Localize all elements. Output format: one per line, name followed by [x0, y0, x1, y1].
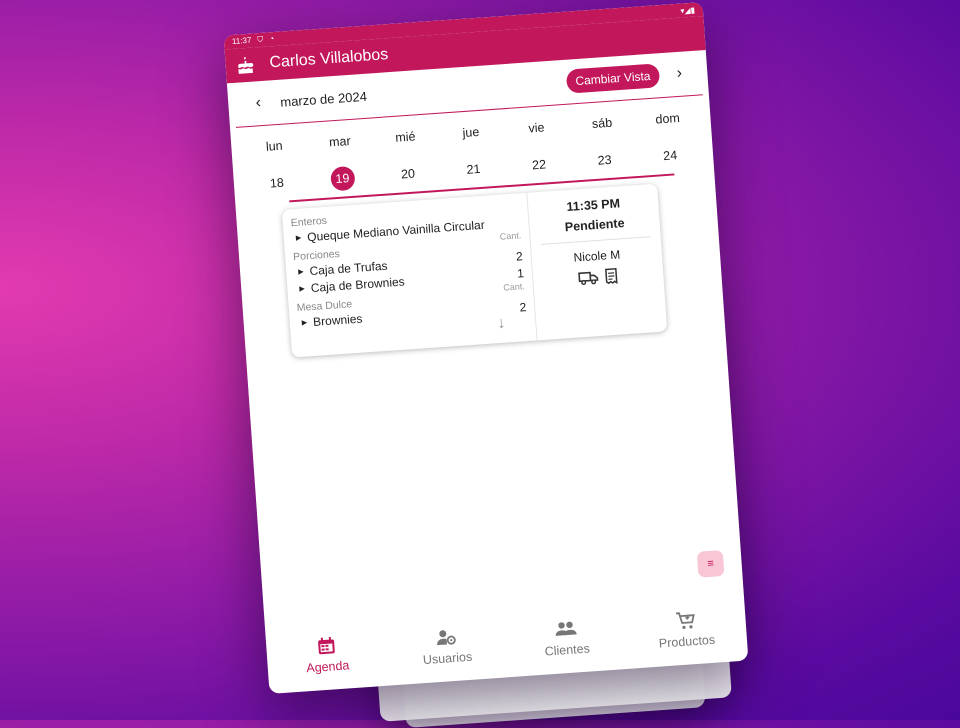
order-info: 11:35 PM Pendiente Nicole M	[527, 184, 667, 341]
change-view-button[interactable]: Cambiar Vista	[565, 63, 661, 94]
phone-screen: 11:37 ⛉ ◔ ▾◢▮ Carlos Villalobos ‹ marzo …	[223, 2, 749, 694]
cart-icon	[675, 612, 695, 629]
item-qty: 2	[515, 248, 524, 264]
day-name: vie	[528, 120, 545, 136]
day-name: mié	[394, 129, 416, 145]
nav-clientes[interactable]: Clientes	[504, 599, 629, 677]
receipt-icon	[605, 267, 618, 285]
customer-name: Nicole M	[573, 247, 621, 265]
day-number: 18	[269, 175, 285, 191]
nav-label: Usuarios	[422, 649, 473, 668]
user-gear-icon	[437, 630, 456, 646]
item-qty: 2	[519, 299, 527, 315]
day-thu[interactable]: jue 21	[438, 123, 508, 185]
chevron-left-icon[interactable]: ‹	[248, 93, 269, 114]
status-time: 11:37	[231, 35, 252, 46]
scroll-down-arrow-icon[interactable]: ↓	[497, 315, 506, 334]
day-sun[interactable]: dom 24	[634, 109, 704, 171]
day-name: dom	[654, 110, 681, 127]
order-time: 11:35 PM	[566, 196, 621, 215]
expand-arrow-icon: ▶	[297, 268, 304, 276]
day-number: 23	[597, 152, 613, 168]
day-name: lun	[265, 138, 284, 154]
status-badge: Pendiente	[564, 216, 625, 235]
calendar-icon	[318, 637, 335, 655]
group-icon	[555, 621, 577, 636]
day-number: 20	[400, 166, 416, 182]
cake-icon	[238, 56, 254, 74]
order-items[interactable]: Enteros ▶ Queque Mediano Vainilla Circul…	[281, 192, 538, 358]
battery-icon: ▾◢▮	[680, 5, 696, 16]
nav-usuarios[interactable]: Usuarios	[384, 607, 509, 685]
menu-fab-button[interactable]: ≡	[696, 549, 725, 578]
day-number: 24	[662, 148, 678, 164]
month-label: marzo de 2024	[279, 88, 368, 110]
expand-arrow-icon: ▶	[301, 318, 308, 327]
nav-label: Productos	[658, 632, 716, 651]
day-fri[interactable]: vie 22	[503, 119, 573, 181]
day-number: 22	[531, 157, 547, 173]
notification-icon: ◔	[269, 34, 275, 44]
expand-arrow-icon: ▶	[299, 285, 306, 293]
menu-icon: ≡	[706, 557, 715, 571]
order-card[interactable]: Enteros ▶ Queque Mediano Vainilla Circul…	[281, 183, 668, 358]
divider	[540, 236, 651, 245]
chevron-right-icon[interactable]: ›	[669, 63, 690, 84]
day-wed[interactable]: mié 20	[372, 128, 442, 190]
day-sat[interactable]: sáb 23	[569, 114, 639, 176]
day-mon[interactable]: lun 18	[241, 137, 311, 199]
day-name: sáb	[591, 115, 613, 132]
truck-icon	[578, 271, 599, 286]
app-title: Carlos Villalobos	[268, 46, 389, 72]
nav-productos[interactable]: Productos	[624, 591, 749, 669]
nav-label: Agenda	[305, 658, 350, 676]
shield-icon: ⛉	[257, 34, 264, 45]
selected-day-number: 19	[329, 165, 356, 192]
item-qty: 1	[516, 265, 525, 281]
expand-arrow-icon: ▶	[295, 234, 302, 242]
nav-agenda[interactable]: Agenda	[265, 616, 390, 694]
day-name: jue	[462, 124, 480, 141]
nav-label: Clientes	[544, 641, 591, 659]
day-tue[interactable]: mar 19	[307, 132, 377, 194]
day-name: mar	[328, 133, 352, 150]
day-number: 21	[466, 161, 481, 177]
